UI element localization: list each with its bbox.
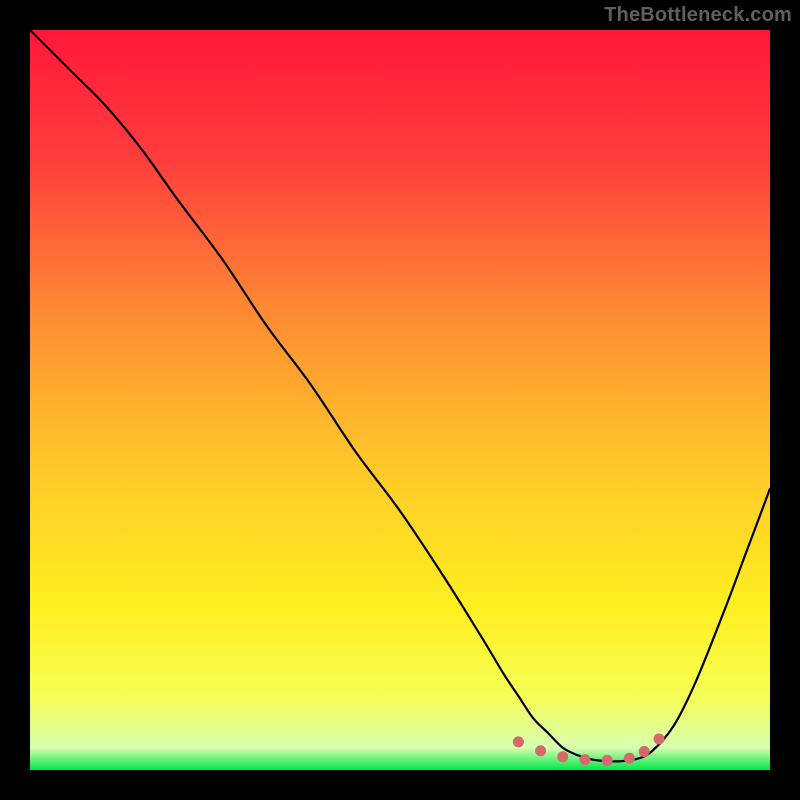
chart-frame: TheBottleneck.com: [0, 0, 800, 800]
minimum-marker-dot: [535, 745, 546, 756]
gradient-background: [30, 30, 770, 770]
minimum-marker-dot: [624, 753, 635, 764]
bottleneck-chart: [30, 30, 770, 770]
minimum-marker-dot: [580, 754, 591, 765]
minimum-marker-dot: [602, 755, 613, 766]
minimum-marker-dot: [557, 751, 568, 762]
minimum-marker-dot: [513, 736, 524, 747]
minimum-marker-dot: [639, 746, 650, 757]
watermark-text: TheBottleneck.com: [604, 4, 792, 27]
minimum-marker-dot: [654, 733, 665, 744]
